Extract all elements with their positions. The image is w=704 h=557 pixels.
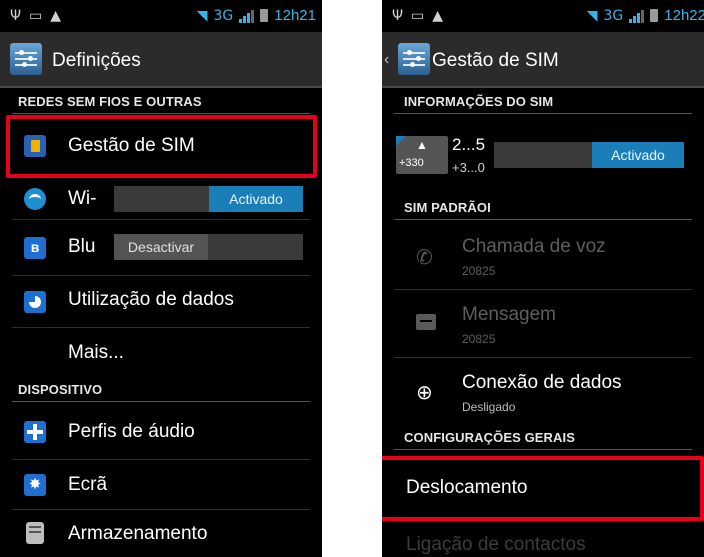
list-item-data-usage[interactable]: Utilização de dados	[0, 276, 322, 328]
sim-number: +3...0	[452, 160, 485, 175]
signal-icon	[629, 9, 645, 23]
clock: 12h21	[274, 7, 316, 24]
list-item-label: Wi-	[68, 188, 97, 209]
audio-profiles-icon	[24, 421, 46, 443]
list-item-bluetooth[interactable]: ʙ Blu Desactivar	[0, 220, 322, 276]
sim-prefix: +330	[399, 157, 424, 169]
list-item-label: Blu	[68, 236, 96, 257]
toggle-on-label: Activado	[209, 186, 303, 212]
list-item-data-connection[interactable]: ⊕ Conexão de dados Desligado	[382, 358, 704, 426]
network-type: 3G	[213, 7, 234, 24]
section-header-label: INFORMAÇÕES DO SIM	[404, 94, 554, 109]
settings-app-icon[interactable]	[398, 43, 430, 75]
list-item-label: Mensagem	[462, 304, 556, 325]
clock: 12h22	[664, 7, 704, 24]
wifi-toggle[interactable]: Activado	[114, 186, 303, 212]
bluetooth-icon: ʙ	[24, 237, 46, 259]
list-item-wifi[interactable]: Wi- Activado	[0, 178, 322, 220]
list-item-label: Armazenamento	[68, 523, 208, 544]
toggle-off-label: Desactivar	[114, 234, 208, 260]
message-icon	[416, 314, 436, 330]
list-item-label: Chamada de voz	[462, 236, 606, 257]
battery-icon	[260, 9, 269, 22]
sim-name: 2...5	[452, 135, 486, 154]
list-item-label: Utilização de dados	[68, 289, 234, 310]
section-header-sim-info: INFORMAÇÕES DO SIM	[382, 90, 704, 114]
sim-management-screen: Ψ ▭ ▲ ◥ 3G 12h22 ‹ Gestão de SIM INFORMA…	[382, 0, 704, 557]
list-item-message: Mensagem 20825	[382, 290, 704, 358]
wifi-icon: ◥	[586, 7, 598, 24]
list-item-label: Mais...	[68, 342, 124, 363]
usb-icon: Ψ	[392, 8, 404, 24]
list-item-storage[interactable]: Armazenamento	[0, 510, 322, 557]
action-bar: Definições	[0, 32, 322, 88]
globe-icon: ⊕	[416, 380, 433, 404]
status-bar: Ψ ▭ ▲ ◥ 3G 12h22	[382, 0, 704, 32]
wifi-icon	[24, 188, 46, 210]
action-bar: ‹ Gestão de SIM	[382, 32, 704, 88]
list-item-label: Perfis de áudio	[68, 421, 195, 442]
highlight-box	[382, 456, 704, 521]
storage-icon	[26, 522, 44, 544]
usb-icon: Ψ	[10, 8, 22, 24]
list-item-contacts-link: Ligação de contactos	[382, 522, 704, 557]
list-item-label: Ligação de contactos	[406, 534, 586, 555]
signal-icon	[239, 9, 255, 23]
wifi-icon: ◥	[196, 7, 208, 24]
status-bar: Ψ ▭ ▲ ◥ 3G 12h21	[0, 0, 322, 32]
phone-icon: ✆	[416, 247, 433, 269]
list-item-label: Ecrã	[68, 474, 108, 495]
network-type: 3G	[603, 7, 624, 24]
list-item-display[interactable]: ✸ Ecrã	[0, 460, 322, 510]
section-header-wireless: REDES SEM FIOS E OUTRAS	[0, 90, 322, 114]
sim-card-row[interactable]: ▲ +330 2...5 +3...0 Activado	[382, 118, 704, 190]
section-header-general: CONFIGURAÇÕES GERAIS	[382, 426, 704, 450]
bluetooth-toggle[interactable]: Desactivar	[114, 234, 303, 260]
list-item-label: Conexão de dados	[462, 372, 622, 393]
list-item-voice-call: ✆ Chamada de voz 20825	[382, 222, 704, 290]
sim-toggle[interactable]: Activado	[494, 142, 684, 168]
page-title: Definições	[52, 50, 141, 71]
list-item-audio-profiles[interactable]: Perfis de áudio	[0, 404, 322, 460]
image-icon: ▭	[411, 8, 425, 24]
data-usage-icon	[24, 291, 46, 313]
list-item-value: 20825	[462, 332, 496, 346]
battery-icon	[650, 9, 659, 22]
image-icon: ▭	[29, 8, 43, 24]
brightness-icon: ✸	[24, 474, 46, 496]
section-header-label: REDES SEM FIOS E OUTRAS	[18, 94, 202, 109]
section-header-label: CONFIGURAÇÕES GERAIS	[404, 430, 576, 445]
page-title: Gestão de SIM	[432, 50, 559, 71]
warning-icon: ▲	[432, 8, 444, 24]
list-item-value: 20825	[462, 264, 496, 278]
settings-app-icon[interactable]	[10, 43, 42, 75]
section-header-device: DISPOSITIVO	[0, 378, 322, 402]
list-item-more[interactable]: Mais...	[0, 328, 322, 376]
section-header-default-sim: SIM PADRÃOI	[382, 196, 704, 220]
toggle-on-label: Activado	[592, 142, 684, 168]
settings-screen: Ψ ▭ ▲ ◥ 3G 12h21 Definições REDES SEM FI…	[0, 0, 322, 557]
highlight-box	[6, 115, 317, 178]
back-icon[interactable]: ‹	[384, 51, 389, 69]
list-item-value: Desligado	[462, 400, 516, 414]
sim-card-badge: ▲ +330	[396, 136, 448, 174]
section-header-label: SIM PADRÃOI	[404, 200, 491, 215]
warning-icon: ▲	[50, 8, 62, 24]
section-header-label: DISPOSITIVO	[18, 382, 103, 397]
